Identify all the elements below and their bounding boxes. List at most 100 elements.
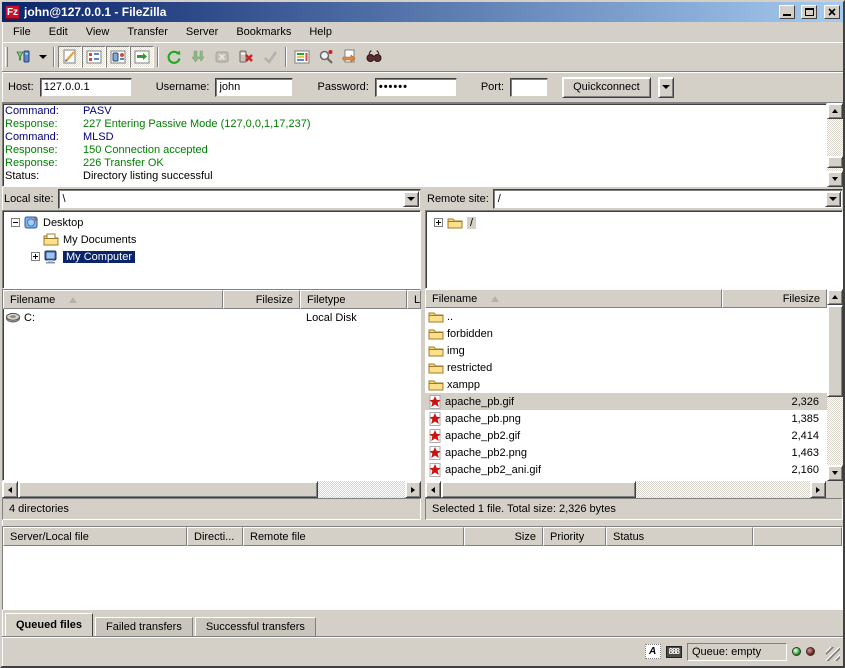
tree-item-desktop[interactable]: Desktop — [5, 214, 418, 231]
remote-file-list[interactable]: Filename Filesize .. forbidden img — [425, 289, 843, 481]
local-site-dropdown-button[interactable] — [403, 191, 419, 207]
remote-vertical-scrollbar[interactable] — [827, 289, 843, 481]
menu-bookmarks[interactable]: Bookmarks — [227, 23, 300, 41]
port-input[interactable] — [510, 78, 548, 97]
remote-row-folder[interactable]: forbidden — [425, 325, 827, 342]
remote-row-folder[interactable]: img — [425, 342, 827, 359]
scroll-left-button[interactable] — [425, 481, 441, 498]
toggle-transfer-queue-button[interactable] — [130, 46, 154, 68]
transfer-queue[interactable]: Server/Local file Directi... Remote file… — [2, 526, 843, 610]
toggle-local-tree-button[interactable] — [82, 46, 106, 68]
scrollbar-thumb[interactable] — [827, 156, 843, 168]
data-type-indicator-icon[interactable]: A — [645, 644, 661, 659]
column-header-server-local-file[interactable]: Server/Local file — [3, 527, 187, 546]
site-manager-button[interactable] — [11, 46, 35, 68]
titlebar[interactable]: Fz john@127.0.0.1 - FileZilla — [2, 2, 843, 22]
column-header-remote-file[interactable]: Remote file — [243, 527, 464, 546]
recursive-operation-button[interactable] — [258, 46, 282, 68]
column-header-filesize[interactable]: Filesize — [223, 290, 300, 309]
host-input[interactable] — [40, 78, 132, 97]
scroll-up-button[interactable] — [827, 103, 843, 119]
quickconnect-button[interactable]: Quickconnect — [562, 77, 651, 98]
scroll-down-button[interactable] — [827, 465, 843, 481]
collapse-icon[interactable] — [11, 218, 20, 227]
remote-row-file-selected[interactable]: apache_pb.gif 2,326 — [425, 393, 827, 410]
toolbar-grip[interactable] — [5, 47, 8, 67]
menu-edit[interactable]: Edit — [40, 23, 77, 41]
local-site-combobox[interactable]: \ — [58, 189, 421, 209]
remote-site-combobox[interactable]: / — [493, 189, 843, 209]
menu-help[interactable]: Help — [300, 23, 341, 41]
column-header-priority[interactable]: Priority — [543, 527, 606, 546]
column-header-status[interactable]: Status — [606, 527, 753, 546]
refresh-button[interactable] — [162, 46, 186, 68]
computer-icon — [44, 250, 59, 264]
synchronized-browsing-button[interactable] — [362, 46, 386, 68]
toggle-message-log-button[interactable] — [58, 46, 82, 68]
column-header-filename[interactable]: Filename — [3, 290, 223, 309]
remote-horizontal-scrollbar[interactable] — [425, 481, 826, 498]
tab-successful-transfers[interactable]: Successful transfers — [195, 617, 316, 636]
remote-row-file[interactable]: apache_pb2.gif 2,414 — [425, 427, 827, 444]
column-header-direction[interactable]: Directi... — [187, 527, 243, 546]
scroll-right-button[interactable] — [810, 481, 826, 498]
disconnect-button[interactable] — [234, 46, 258, 68]
log-vertical-scrollbar[interactable] — [827, 103, 843, 187]
password-input[interactable] — [375, 78, 457, 97]
desktop-icon — [24, 216, 39, 230]
compare-directories-button[interactable] — [338, 46, 362, 68]
remote-row-folder[interactable]: restricted — [425, 359, 827, 376]
remote-directory-tree[interactable]: / — [425, 210, 843, 289]
local-row-c-drive[interactable]: C: Local Disk — [3, 309, 420, 326]
message-log-view[interactable]: Command:PASV Response:227 Entering Passi… — [2, 103, 827, 187]
menu-file[interactable]: File — [4, 23, 40, 41]
scroll-left-button[interactable] — [2, 481, 18, 498]
queue-list[interactable] — [3, 546, 842, 609]
minimize-button[interactable] — [779, 5, 795, 19]
local-horizontal-scrollbar[interactable] — [2, 481, 421, 498]
column-header-filetype[interactable]: Filetype — [300, 290, 407, 309]
column-header-size[interactable]: Size — [464, 527, 543, 546]
tab-queued-files[interactable]: Queued files — [5, 613, 93, 636]
search-button[interactable] — [314, 46, 338, 68]
tree-item-root[interactable]: / — [428, 214, 840, 231]
scrollbar-thumb[interactable] — [827, 305, 843, 397]
remote-row-file[interactable]: apache_pb.png 1,385 — [425, 410, 827, 427]
process-queue-button[interactable] — [186, 46, 210, 68]
maximize-button[interactable] — [801, 5, 817, 19]
menu-transfer[interactable]: Transfer — [118, 23, 177, 41]
local-file-list[interactable]: Filename Filesize Filetype L C: — [2, 289, 421, 481]
username-input[interactable] — [215, 78, 293, 97]
tree-item-my-computer[interactable]: My Computer — [5, 248, 418, 265]
close-button[interactable] — [824, 5, 840, 19]
column-header-last-modified[interactable]: L — [407, 290, 421, 309]
expand-icon[interactable] — [434, 218, 443, 227]
menu-server[interactable]: Server — [177, 23, 227, 41]
quickconnect-dropdown-button[interactable] — [658, 77, 674, 98]
speed-limit-icon[interactable]: 888 — [666, 646, 682, 658]
scroll-up-button[interactable] — [827, 289, 843, 305]
arrow-up-icon — [832, 109, 838, 113]
local-directory-tree[interactable]: Desktop My Documents My Computer — [2, 210, 421, 289]
remote-row-file[interactable]: apache_pb2.png 1,463 — [425, 444, 827, 461]
remote-site-dropdown-button[interactable] — [825, 191, 841, 207]
scroll-down-button[interactable] — [827, 171, 843, 187]
remote-row-folder[interactable]: xampp — [425, 376, 827, 393]
column-header-filename[interactable]: Filename — [425, 289, 722, 308]
scrollbar-thumb[interactable] — [441, 481, 636, 498]
toggle-remote-tree-button[interactable] — [106, 46, 130, 68]
remote-row-parent-dir[interactable]: .. — [425, 308, 827, 325]
filter-button[interactable] — [290, 46, 314, 68]
scroll-right-button[interactable] — [405, 481, 421, 498]
column-header-filesize[interactable]: Filesize — [722, 289, 827, 308]
tree-item-my-documents[interactable]: My Documents — [5, 231, 418, 248]
tab-failed-transfers[interactable]: Failed transfers — [95, 617, 193, 636]
site-manager-dropdown-button[interactable] — [35, 46, 50, 68]
cancel-button[interactable] — [210, 46, 234, 68]
remote-row-file[interactable]: apache_pb2_ani.gif 2,160 — [425, 461, 827, 478]
scrollbar-thumb[interactable] — [18, 481, 318, 498]
minimize-icon — [783, 14, 791, 16]
expand-icon[interactable] — [31, 252, 40, 261]
resize-grip[interactable] — [826, 647, 840, 661]
menu-view[interactable]: View — [77, 23, 119, 41]
